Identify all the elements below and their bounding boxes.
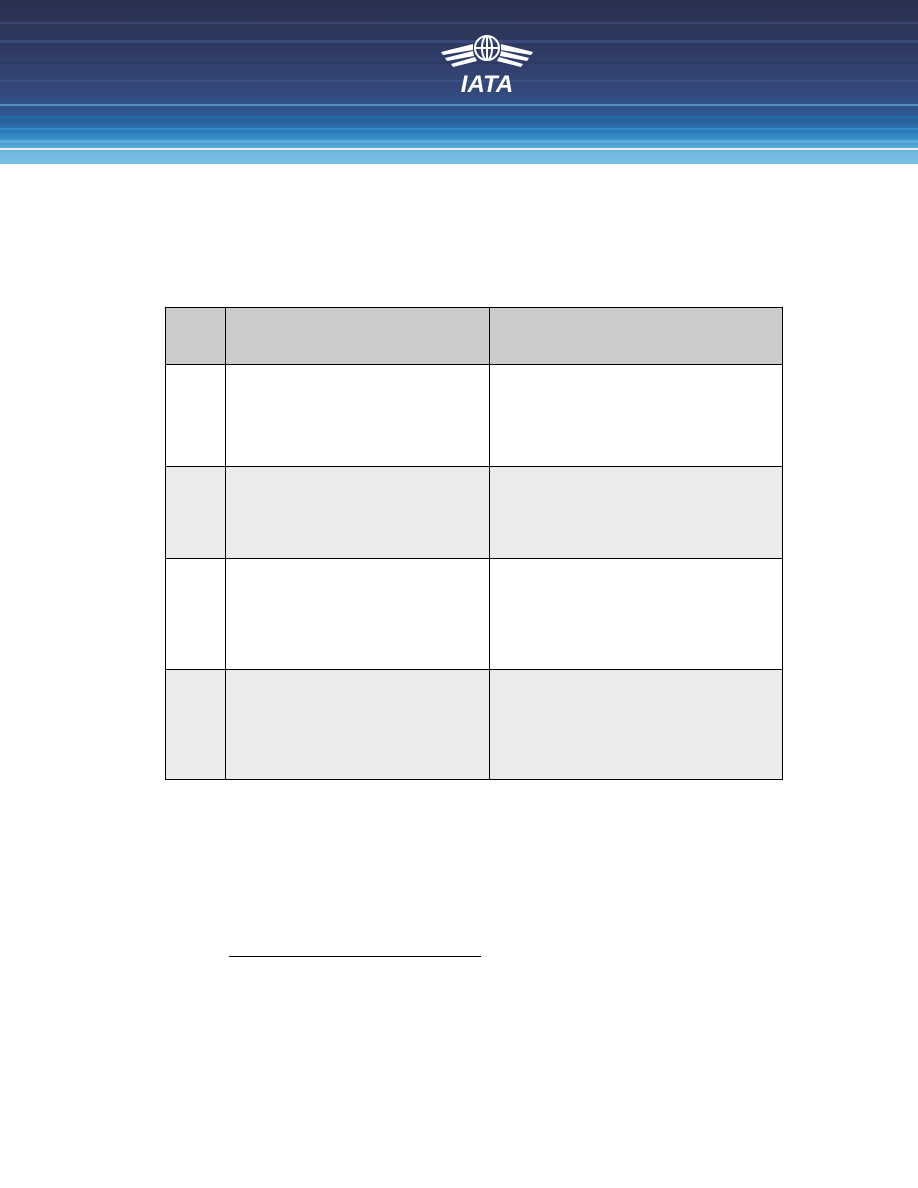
table-cell [165,669,226,780]
column-header [489,307,783,365]
table-cell [165,466,226,559]
table-cell [489,466,783,559]
table-cell [225,364,490,467]
logo-text: IATA [461,71,513,98]
table-row [165,466,783,559]
table-row [165,669,783,780]
table-row [165,558,783,670]
header-banner: IATA [0,0,918,164]
table-cell [225,558,490,670]
table-cell [489,364,783,467]
table-cell [165,558,226,670]
data-table [165,307,783,780]
footnote-separator [229,956,481,957]
column-header [165,307,226,365]
globe-icon [474,35,500,61]
table-cell [225,669,490,780]
column-header [225,307,490,365]
iata-logo: IATA [441,35,533,98]
table-cell [489,558,783,670]
table-cell [489,669,783,780]
table-cell [165,364,226,467]
table-header-row [165,307,783,365]
table-cell [225,466,490,559]
table-row [165,364,783,467]
